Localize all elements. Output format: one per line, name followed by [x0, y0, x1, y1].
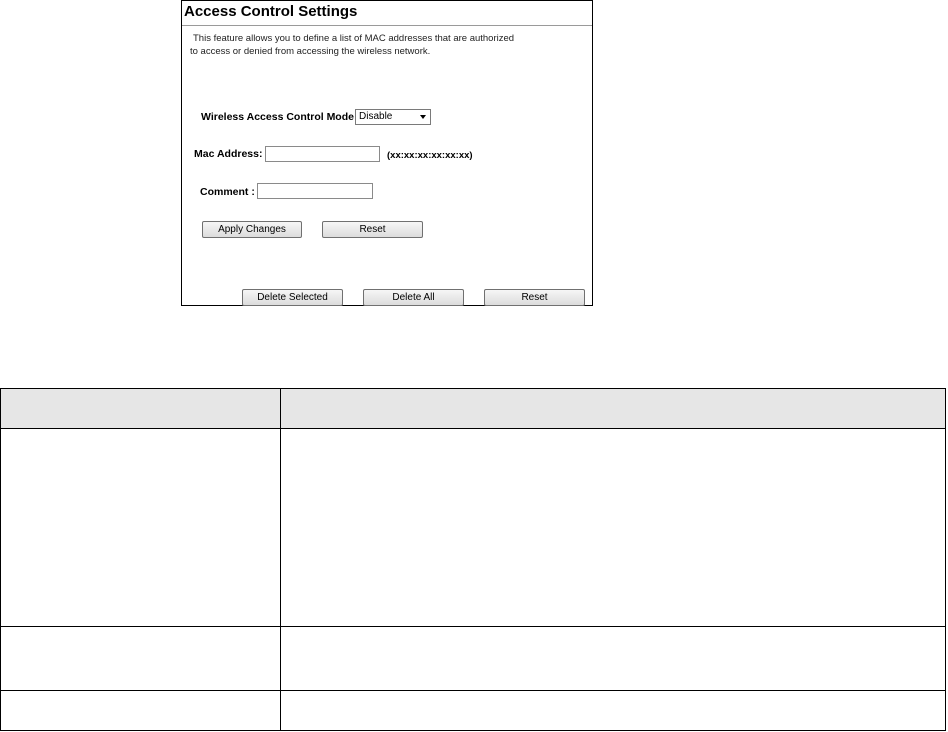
mac-address-label: Mac Address:	[194, 148, 263, 160]
description-table	[0, 388, 946, 731]
comment-input[interactable]	[257, 183, 373, 199]
table-cell	[0, 626, 281, 691]
mode-label: Wireless Access Control Mode:	[201, 111, 358, 123]
panel-description: This feature allows you to define a list…	[190, 32, 573, 58]
mode-select-value: Disable	[359, 111, 393, 122]
table-cell	[0, 428, 281, 627]
mac-format-hint: (xx:xx:xx:xx:xx:xx)	[387, 150, 473, 161]
apply-changes-button[interactable]: Apply Changes	[202, 221, 302, 238]
mode-select[interactable]: Disable	[355, 109, 431, 125]
table-header-cell	[0, 388, 281, 429]
table-cell	[280, 428, 946, 627]
reset-button[interactable]: Reset	[322, 221, 423, 238]
access-control-panel: Access Control Settings This feature all…	[181, 0, 593, 306]
table-row	[0, 428, 946, 627]
comment-label: Comment :	[200, 186, 255, 198]
table-row	[0, 626, 946, 691]
panel-title: Access Control Settings	[184, 3, 358, 20]
mac-address-input[interactable]	[265, 146, 380, 162]
chevron-down-icon	[420, 115, 426, 119]
table-row	[0, 690, 946, 731]
title-divider	[182, 25, 592, 26]
description-line-1: This feature allows you to define a list…	[193, 33, 515, 44]
table-cell	[280, 690, 946, 731]
delete-all-button[interactable]: Delete All	[363, 289, 464, 306]
delete-selected-button[interactable]: Delete Selected	[242, 289, 343, 306]
table-header-cell	[280, 388, 946, 429]
reset-list-button[interactable]: Reset	[484, 289, 585, 306]
table-cell	[0, 690, 281, 731]
table-cell	[280, 626, 946, 691]
table-header-row	[0, 388, 946, 429]
description-line-2: to access or denied from accessing the w…	[190, 46, 431, 57]
